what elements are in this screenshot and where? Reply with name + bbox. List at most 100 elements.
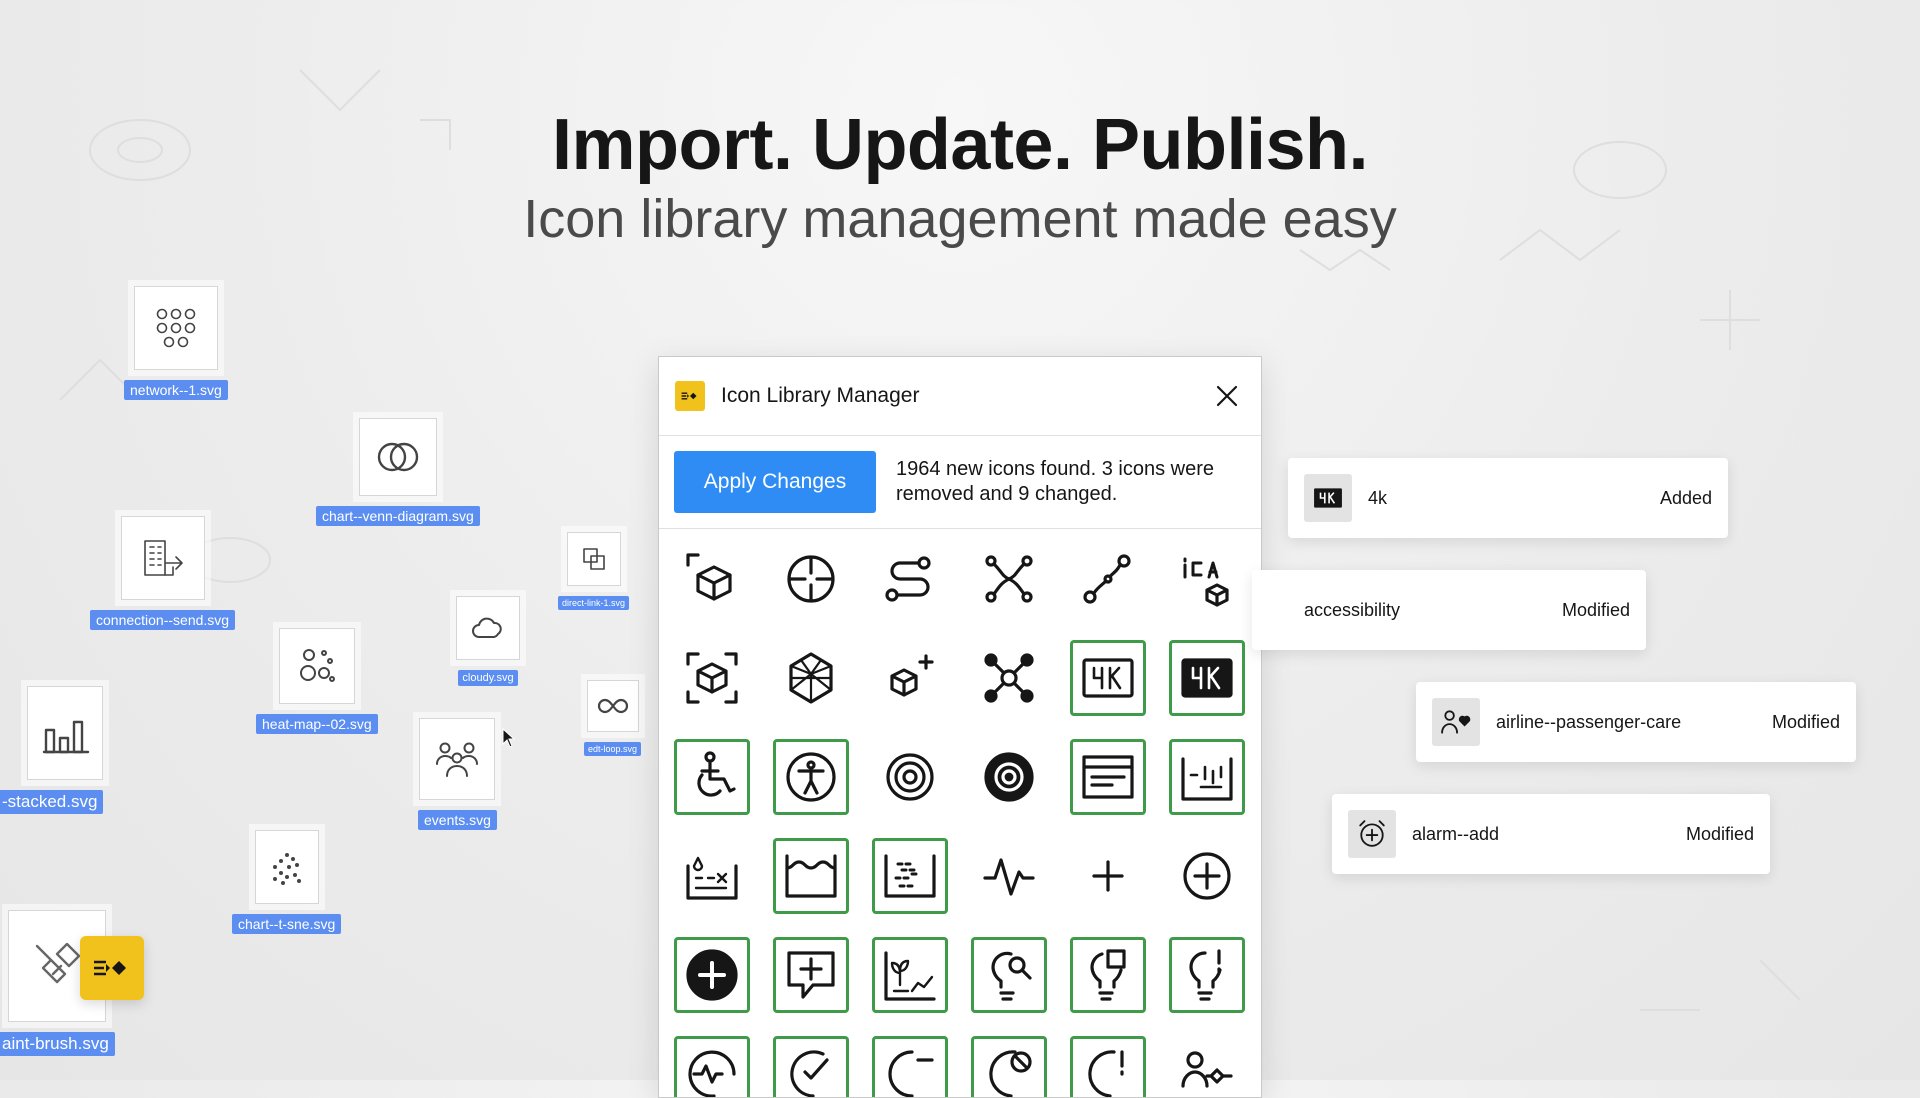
file-label: connection--send.svg [90, 610, 236, 630]
accumulation-precipitation-icon [686, 856, 738, 900]
file-label: events.svg [418, 810, 497, 830]
grid-cell[interactable] [872, 541, 948, 617]
ai-results-high-icon [1090, 949, 1126, 1001]
file-label: chart--t-sne.svg [232, 914, 342, 934]
file-card-stacked[interactable]: -stacked.svg [0, 686, 104, 814]
ai-status-failed-icon [888, 1050, 934, 1097]
file-card-venn[interactable]: chart--venn-diagram.svg [316, 418, 480, 526]
grid-cell[interactable] [1169, 640, 1245, 716]
close-button[interactable] [1209, 378, 1245, 414]
file-label: cloudy.svg [458, 670, 518, 686]
grid-cell[interactable] [1169, 838, 1245, 914]
accumulation-snow-icon [884, 854, 936, 898]
grid-cell[interactable] [971, 541, 1047, 617]
direct-link-icon [566, 532, 621, 586]
file-card-loop[interactable]: edt-loop.svg [584, 680, 642, 756]
accumulation-ice-icon [1181, 757, 1233, 801]
alarm-add-icon [1348, 810, 1396, 858]
3d-curve-auto-colon-icon [885, 556, 931, 602]
file-card-connection-send[interactable]: connection--send.svg [90, 516, 236, 630]
network-icon [133, 286, 218, 370]
3d-curve-auto-vessels-icon [985, 555, 1033, 603]
file-card-direct-link[interactable]: direct-link-1.svg [558, 532, 630, 610]
grid-cell[interactable] [872, 1036, 948, 1097]
grid-cell[interactable] [872, 838, 948, 914]
3d-print-mesh-icon [789, 652, 833, 704]
apply-changes-button[interactable]: Apply Changes [674, 451, 876, 513]
ai-status-complete-icon [790, 1050, 829, 1097]
grid-cell[interactable] [1169, 937, 1245, 1013]
icon-library-manager-dialog: Icon Library Manager Apply Changes 1964 … [658, 356, 1262, 1098]
ai-results-icon [991, 951, 1032, 1001]
grid-cell[interactable] [1169, 739, 1245, 815]
change-item[interactable]: 4k Added [1288, 458, 1728, 538]
accessibility-icon [697, 751, 736, 797]
grid-cell[interactable] [773, 937, 849, 1013]
grid-cell[interactable] [773, 739, 849, 815]
change-item-status: Modified [1561, 599, 1630, 620]
add-icon [1092, 860, 1124, 892]
file-label: network--1.svg [124, 380, 228, 400]
grid-cell[interactable] [971, 838, 1047, 914]
accessibility-color-filled-icon [984, 752, 1034, 802]
ai-status-in-progress-icon [989, 1050, 1032, 1097]
grid-cell[interactable] [971, 640, 1047, 716]
3d-cursor-icon [686, 553, 732, 601]
file-card-cloudy[interactable]: cloudy.svg [456, 596, 520, 686]
grid-cell[interactable] [1070, 541, 1146, 617]
change-item[interactable]: alarm--add Modified [1332, 794, 1770, 874]
ai-status-queued-icon [1088, 1050, 1124, 1097]
change-item[interactable]: airline--passenger-care Modified [1416, 682, 1856, 762]
loop-icon [586, 680, 639, 732]
file-label: edt-loop.svg [584, 742, 642, 756]
grid-cell[interactable] [1169, 1036, 1245, 1097]
file-card-network[interactable]: network--1.svg [124, 286, 228, 400]
grid-cell[interactable] [1070, 739, 1146, 815]
file-card-heat-map[interactable]: heat-map--02.svg [256, 628, 378, 734]
3d-cursor-alt-icon [787, 555, 835, 603]
grid-cell[interactable] [872, 937, 948, 1013]
3d-software-icon [890, 654, 934, 697]
change-item-status: Modified [1771, 711, 1840, 732]
grid-cell[interactable] [872, 739, 948, 815]
grid-cell[interactable] [773, 838, 849, 914]
grid-cell[interactable] [1169, 541, 1245, 617]
dialog-title: Icon Library Manager [721, 384, 920, 407]
grid-cell[interactable] [773, 1036, 849, 1097]
grid-cell[interactable] [674, 1036, 750, 1097]
grid-cell[interactable] [674, 937, 750, 1013]
change-item-status: Modified [1685, 823, 1754, 844]
add-comment-icon [787, 951, 835, 999]
grid-cell[interactable] [674, 541, 750, 617]
4k-filled-icon [1181, 658, 1233, 698]
grid-cell[interactable] [674, 640, 750, 716]
ai-status-icon [688, 1050, 736, 1097]
hero-subtitle: Icon library management made easy [523, 189, 1397, 249]
change-item-status: Added [1659, 487, 1712, 508]
grid-cell[interactable] [1070, 640, 1146, 716]
grid-cell[interactable] [773, 640, 849, 716]
heat-map-icon [278, 628, 355, 704]
activity-icon [983, 858, 1035, 896]
grid-cell[interactable] [1070, 1036, 1146, 1097]
grid-cell[interactable] [872, 640, 948, 716]
grid-cell[interactable] [971, 739, 1047, 815]
file-card-t-sne[interactable]: chart--t-sne.svg [232, 830, 342, 934]
grid-cell[interactable] [1070, 838, 1146, 914]
file-card-events[interactable]: events.svg [418, 718, 497, 830]
bar-chart-icon [27, 686, 104, 780]
change-item[interactable]: accessibility Modified [1252, 570, 1646, 650]
file-label: chart--venn-diagram.svg [316, 506, 480, 526]
file-label: -stacked.svg [0, 790, 104, 814]
grid-cell[interactable] [674, 739, 750, 815]
grid-cell[interactable] [971, 1036, 1047, 1097]
change-item-name: 4k [1368, 487, 1388, 508]
grid-cell[interactable] [971, 937, 1047, 1013]
agriculture-analytics-icon [884, 951, 936, 1001]
dialog-header: Icon Library Manager [659, 357, 1261, 436]
grid-cell[interactable] [674, 838, 750, 914]
change-item-name: airline--passenger-care [1496, 711, 1682, 732]
grid-cell[interactable] [1070, 937, 1146, 1013]
add-filled-icon [686, 949, 738, 1001]
grid-cell[interactable] [773, 541, 849, 617]
